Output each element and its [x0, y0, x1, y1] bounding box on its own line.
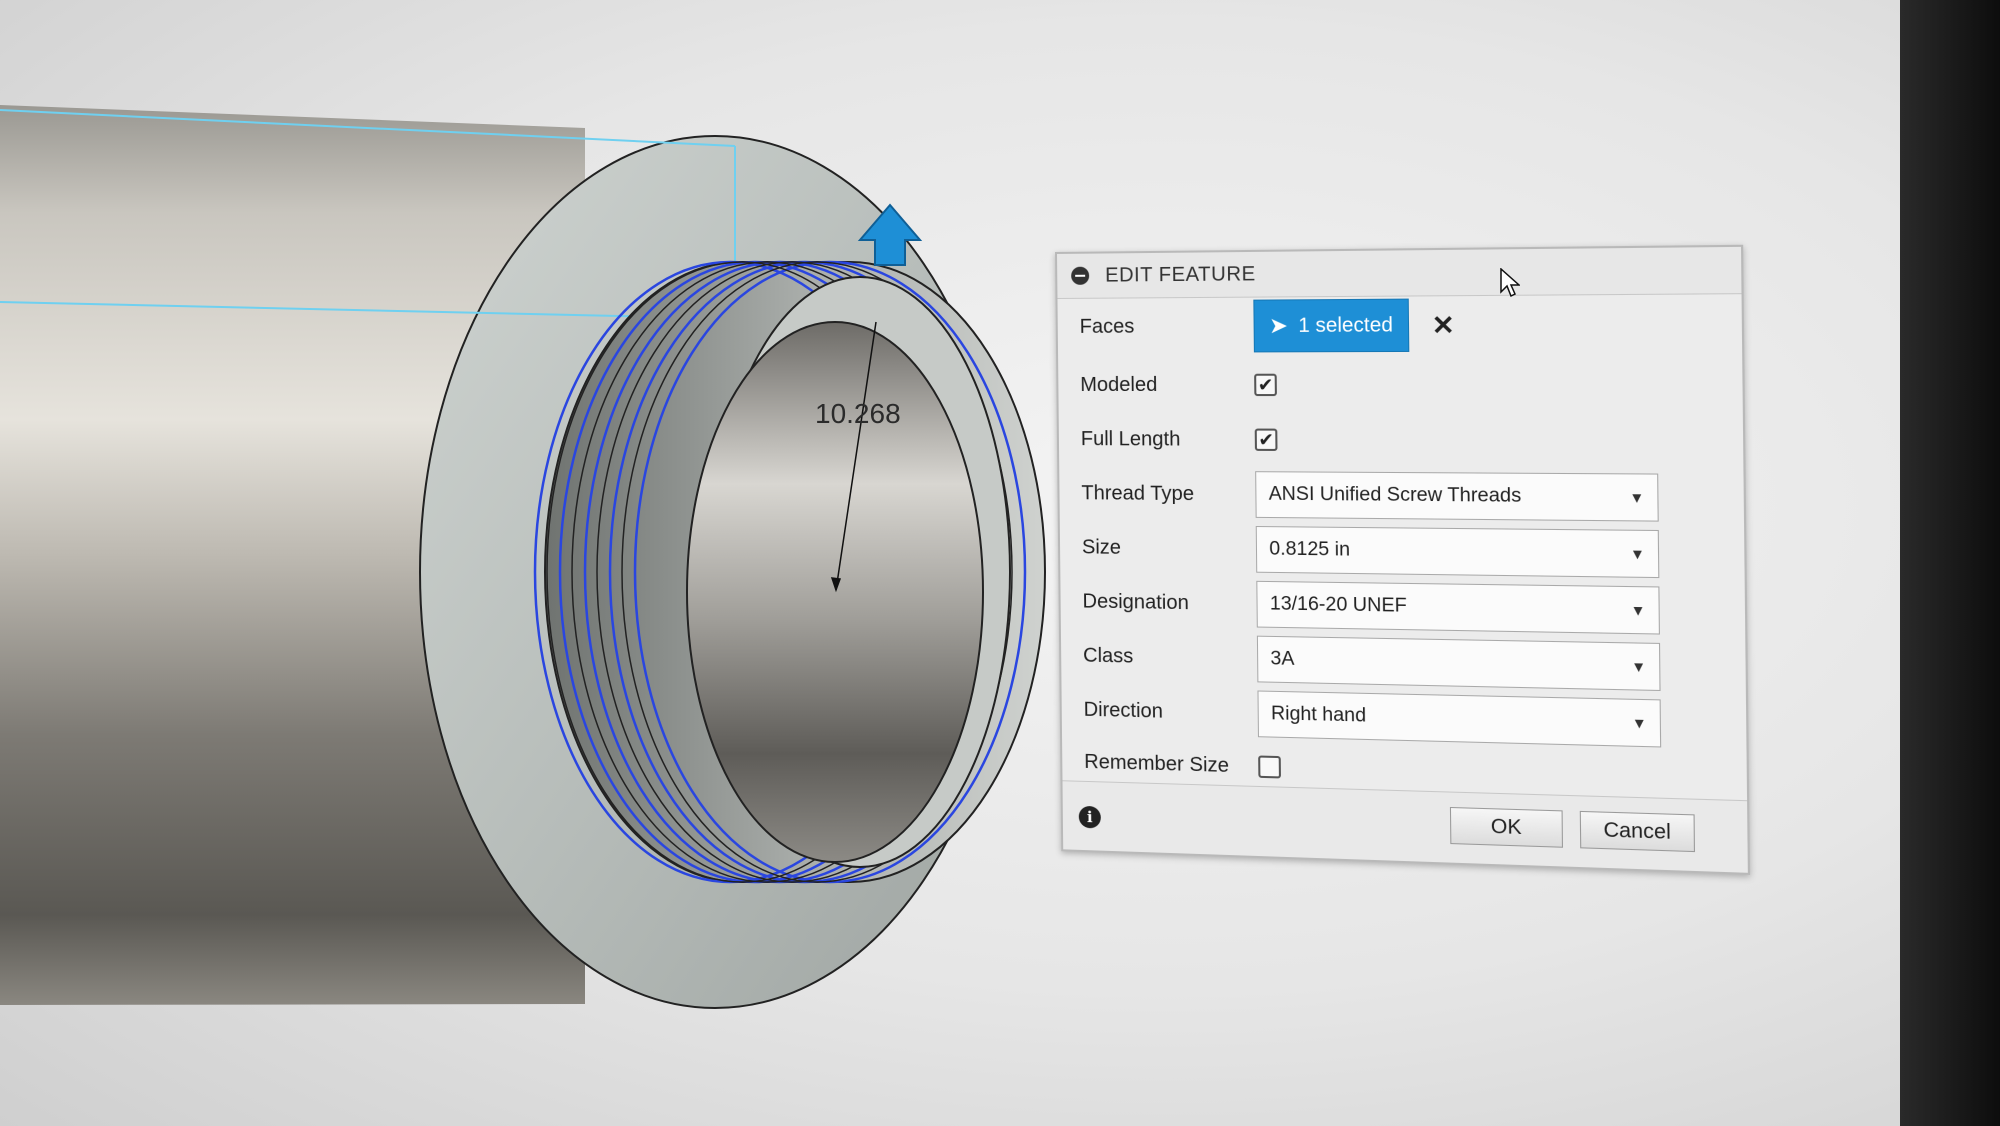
chevron-down-icon: ▼	[1630, 601, 1646, 619]
designation-value: 13/16-20 UNEF	[1269, 593, 1407, 617]
modeled-checkbox[interactable]: ✔	[1254, 373, 1277, 397]
faces-selection-button[interactable]: ➤ 1 selected	[1253, 298, 1409, 353]
remember-size-checkbox[interactable]	[1258, 755, 1281, 779]
dialog-header[interactable]: EDIT FEATURE	[1057, 246, 1742, 299]
thread-type-value: ANSI Unified Screw Threads	[1268, 483, 1522, 507]
monitor-bezel	[1900, 0, 2000, 1126]
thread-type-row: Thread Type ANSI Unified Screw Threads ▼	[1081, 470, 1659, 522]
mouse-pointer-icon	[1500, 268, 1520, 298]
size-select[interactable]: 0.8125 in ▼	[1255, 526, 1660, 579]
direction-label: Direction	[1083, 698, 1164, 723]
close-icon[interactable]: ✕	[1432, 309, 1455, 341]
modeled-row: Modeled ✔	[1080, 362, 1277, 409]
thread-type-label: Thread Type	[1081, 481, 1195, 505]
dialog-title: EDIT FEATURE	[1105, 262, 1256, 287]
designation-label: Designation	[1082, 589, 1189, 614]
cancel-button[interactable]: Cancel	[1579, 810, 1696, 853]
info-icon[interactable]: i	[1078, 805, 1101, 829]
minus-circle-icon[interactable]	[1071, 266, 1090, 285]
chevron-down-icon: ▼	[1631, 658, 1647, 676]
direction-select[interactable]: Right hand ▼	[1257, 690, 1662, 748]
direction-row: Direction Right hand ▼	[1083, 687, 1662, 748]
designation-select[interactable]: 13/16-20 UNEF ▼	[1256, 580, 1660, 635]
modeled-label: Modeled	[1080, 373, 1158, 396]
size-value: 0.8125 in	[1269, 538, 1351, 561]
cad-screen: 10.268 EDIT FEATURE Faces ➤ 1 selected ✕…	[0, 0, 1940, 1126]
full-length-checkbox[interactable]: ✔	[1254, 428, 1278, 451]
chevron-down-icon: ▼	[1631, 714, 1647, 732]
cursor-arrow-icon: ➤	[1268, 312, 1289, 339]
dimension-value[interactable]: 10.268	[815, 398, 901, 430]
faces-selection-text: 1 selected	[1298, 313, 1394, 337]
full-length-row: Full Length ✔	[1081, 416, 1278, 463]
designation-row: Designation 13/16-20 UNEF ▼	[1082, 578, 1660, 635]
class-value: 3A	[1270, 648, 1295, 670]
full-length-label: Full Length	[1080, 427, 1181, 451]
size-row: Size 0.8125 in ▼	[1081, 524, 1660, 579]
size-label: Size	[1081, 535, 1122, 559]
ok-button[interactable]: OK	[1449, 806, 1564, 848]
edit-feature-dialog: EDIT FEATURE Faces ➤ 1 selected ✕ Modele…	[1055, 244, 1751, 875]
class-select[interactable]: 3A ▼	[1256, 635, 1661, 692]
chevron-down-icon: ▼	[1629, 489, 1645, 506]
chevron-down-icon: ▼	[1629, 545, 1646, 563]
remember-size-label: Remember Size	[1084, 750, 1230, 777]
faces-label: Faces	[1079, 315, 1135, 338]
direction-value: Right hand	[1270, 702, 1367, 727]
thread-type-select[interactable]: ANSI Unified Screw Threads ▼	[1255, 471, 1659, 522]
faces-row: Faces ➤ 1 selected ✕	[1079, 298, 1455, 353]
class-label: Class	[1083, 644, 1134, 668]
class-row: Class 3A ▼	[1083, 633, 1661, 692]
